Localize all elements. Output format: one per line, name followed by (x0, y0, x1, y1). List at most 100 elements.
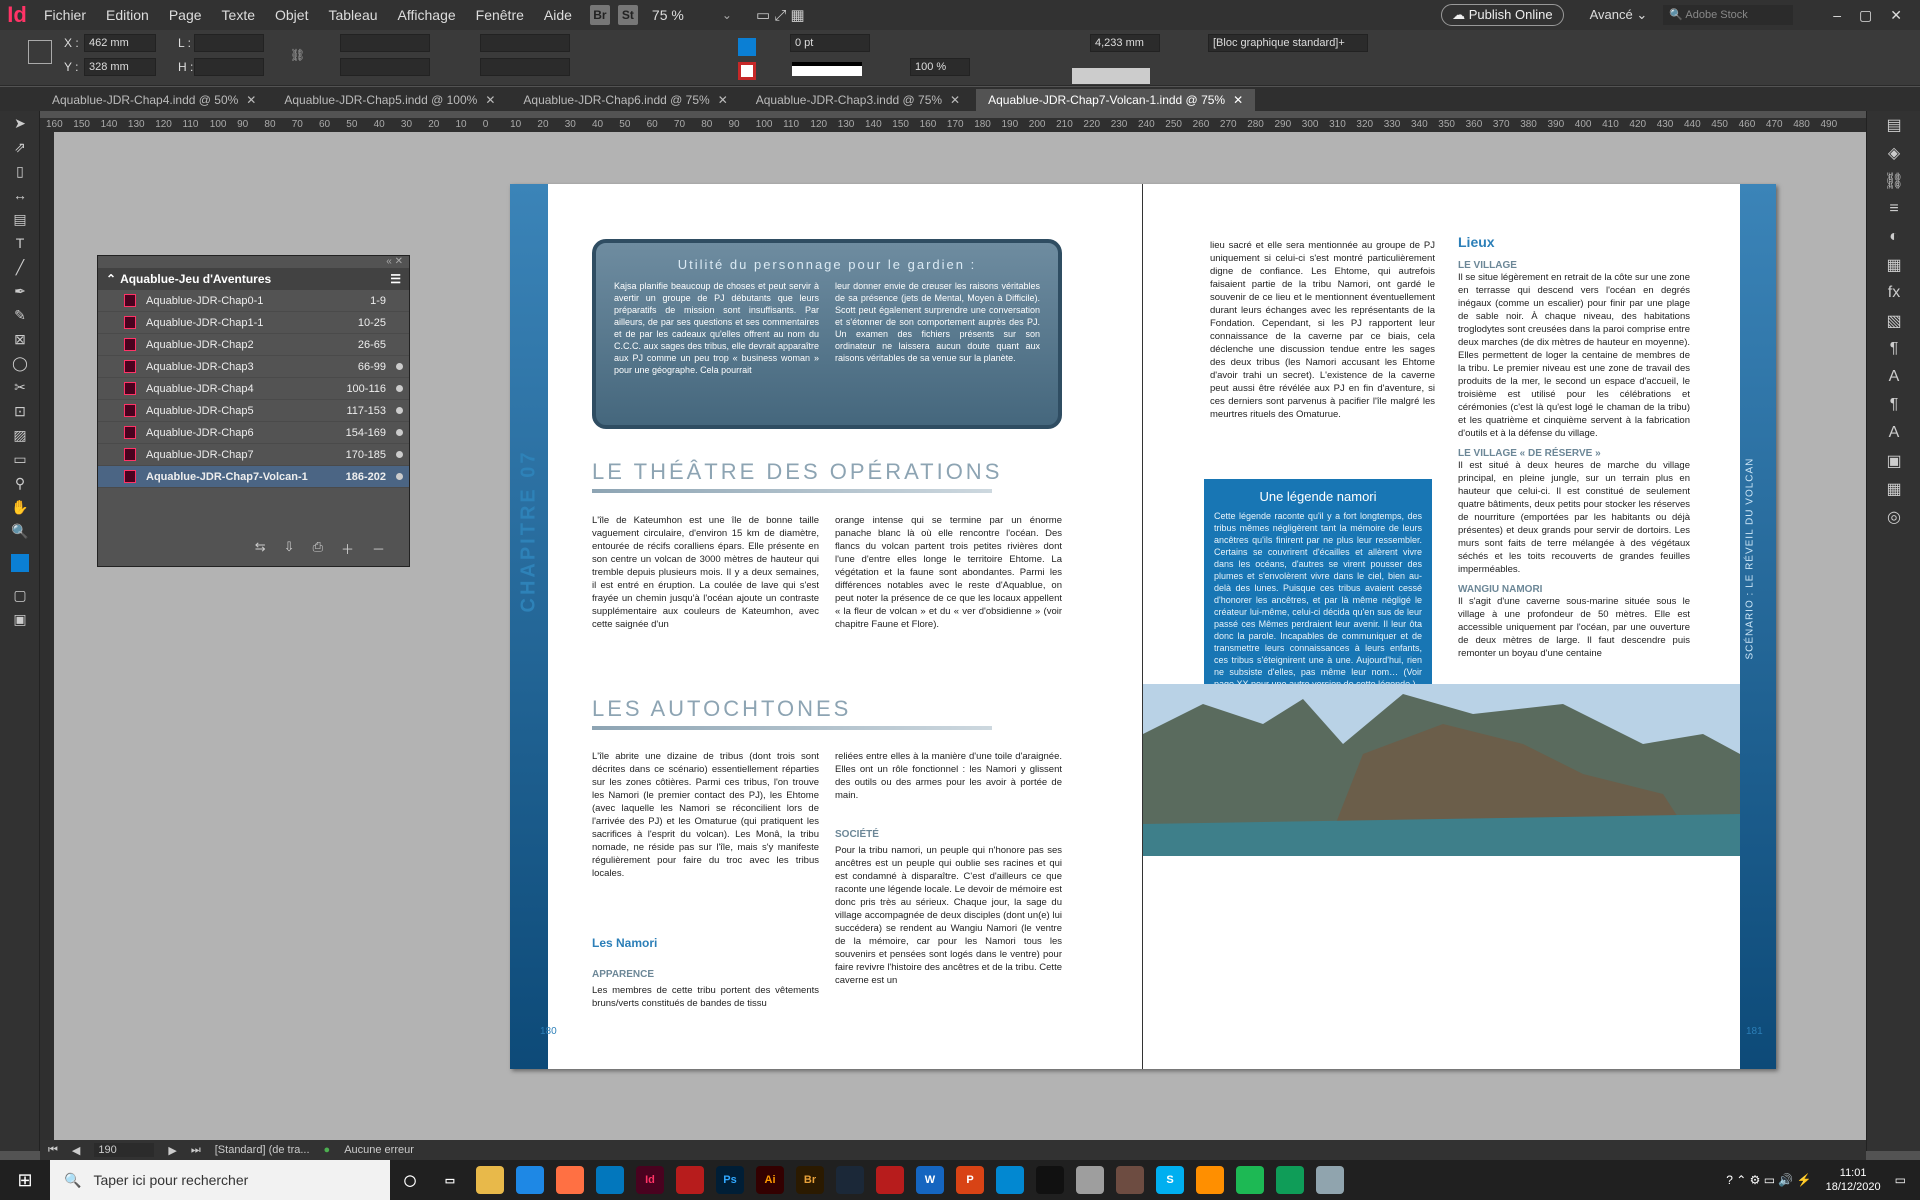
publish-online-button[interactable]: ☁ Publish Online (1441, 4, 1564, 26)
panel-close-icon[interactable]: « ✕ (386, 256, 403, 267)
effects-panel-icon[interactable]: fx (1867, 279, 1920, 307)
bridge-icon[interactable]: Br (796, 1166, 824, 1194)
notifications-icon[interactable]: ▭ (1895, 1173, 1906, 1187)
menu-affichage[interactable]: Affichage (388, 7, 466, 23)
app3-icon[interactable] (1116, 1166, 1144, 1194)
character-panel-icon[interactable]: A (1867, 363, 1920, 391)
book-document-row[interactable]: Aquablue-JDR-Chap7 170-185 (98, 444, 409, 466)
pen-tool-icon[interactable]: ✒ (0, 279, 40, 303)
line-tool-icon[interactable]: ╱ (0, 255, 40, 279)
paragraph-styles-icon[interactable]: ¶ (1867, 391, 1920, 419)
autochtones-text[interactable]: L'île abrite une dizaine de tribus (dont… (592, 750, 819, 880)
close-icon[interactable]: ✕ (246, 93, 256, 107)
close-icon[interactable]: ✕ (950, 93, 960, 107)
scale-x-field[interactable] (340, 34, 430, 52)
transform-tool-icon[interactable]: ⊡ (0, 399, 40, 423)
sync-icon[interactable]: ⇆ (255, 539, 266, 558)
task-view-icon[interactable]: ▭ (436, 1166, 464, 1194)
gap-tool-icon[interactable]: ↔ (0, 183, 40, 207)
menu-objet[interactable]: Objet (265, 7, 318, 23)
preflight-status[interactable]: Aucune erreur (344, 1144, 414, 1156)
rectangle-frame-tool-icon[interactable]: ⊠ (0, 327, 40, 351)
gm-utility-box[interactable]: Utilité du personnage pour le gardien : … (592, 239, 1062, 429)
note-tool-icon[interactable]: ▭ (0, 447, 40, 471)
zoom-tool-icon[interactable]: 🔍 (0, 519, 40, 543)
close-icon[interactable]: ✕ (485, 93, 495, 107)
theatre-text[interactable]: L'île de Kateumhon est une île de bonne … (592, 514, 1062, 631)
view-options-icon[interactable]: ▭ ⤢ ▦ (756, 6, 805, 24)
lieux-section[interactable]: Lieux Le village Il se situe légèrement … (1458, 234, 1690, 660)
calculator-icon[interactable] (1076, 1166, 1104, 1194)
menu-fichier[interactable]: Fichier (34, 7, 96, 23)
app4-icon[interactable] (1316, 1166, 1344, 1194)
explorer-icon[interactable] (476, 1166, 504, 1194)
vlc-icon[interactable] (1196, 1166, 1224, 1194)
panel-menu-icon[interactable]: ☰ (390, 272, 401, 286)
stroke-swatch[interactable] (738, 62, 756, 80)
stock-button[interactable]: St (617, 5, 638, 25)
add-document-icon[interactable]: ＋ (341, 539, 354, 558)
x-field[interactable]: 462 mm (84, 34, 156, 52)
rotation-field[interactable] (480, 34, 570, 52)
remove-document-icon[interactable]: － (372, 539, 385, 558)
object-style-dropdown[interactable]: [Bloc graphique standard]+ (1208, 34, 1368, 52)
edge-icon[interactable] (1276, 1166, 1304, 1194)
table-panel-icon[interactable]: ▦ (1867, 475, 1920, 503)
zoom-dropdown-icon[interactable]: ⌄ (722, 8, 732, 22)
illustrator-icon[interactable]: Ai (756, 1166, 784, 1194)
menu-page[interactable]: Page (159, 7, 212, 23)
last-page-icon[interactable]: ⏭ (191, 1144, 201, 1157)
height-field[interactable] (194, 58, 264, 76)
book-document-row[interactable]: Aquablue-JDR-Chap4 100-116 (98, 378, 409, 400)
acrobat-icon[interactable] (676, 1166, 704, 1194)
book-document-row[interactable]: Aquablue-JDR-Chap0-1 1-9 (98, 290, 409, 312)
eyedropper-tool-icon[interactable]: ⚲ (0, 471, 40, 495)
cortana-icon[interactable]: ◯ (396, 1166, 424, 1194)
y-field[interactable]: 328 mm (84, 58, 156, 76)
stroke-weight-field[interactable]: 0 pt (790, 34, 870, 52)
skype-icon[interactable]: S (1156, 1166, 1184, 1194)
bridge-button[interactable]: Br (589, 5, 610, 25)
taskbar-clock[interactable]: 11:01 18/12/2020 (1826, 1166, 1881, 1194)
island-illustration[interactable] (1143, 684, 1740, 856)
steam-icon[interactable] (836, 1166, 864, 1194)
swatches-panel-icon[interactable]: ▦ (1867, 251, 1920, 279)
reference-point-icon[interactable] (28, 40, 52, 64)
menu-aide[interactable]: Aide (534, 7, 582, 23)
book-document-row[interactable]: Aquablue-JDR-Chap7-Volcan-1 186-202 (98, 466, 409, 488)
word-icon[interactable]: W (916, 1166, 944, 1194)
scale-y-field[interactable] (340, 58, 430, 76)
adobe-stock-search[interactable]: 🔍 Adobe Stock (1663, 5, 1794, 25)
direct-selection-tool-icon[interactable]: ⇗ (0, 135, 40, 159)
book-document-row[interactable]: Aquablue-JDR-Chap6 154-169 (98, 422, 409, 444)
fill-stroke-icon[interactable] (0, 543, 40, 583)
shear-field[interactable] (480, 58, 570, 76)
stroke-panel-icon[interactable]: ≡ (1867, 195, 1920, 223)
book-document-row[interactable]: Aquablue-JDR-Chap5 117-153 (98, 400, 409, 422)
print-icon[interactable]: ⎙ (313, 539, 323, 558)
color-panel-icon[interactable]: ◐ (1867, 223, 1920, 251)
object-styles-icon[interactable]: ▣ (1867, 447, 1920, 475)
selection-tool-icon[interactable]: ➤ (0, 111, 40, 135)
pencil-tool-icon[interactable]: ✎ (0, 303, 40, 327)
firefox-icon[interactable] (556, 1166, 584, 1194)
workspace-selector[interactable]: Avancé ⌄ (1590, 7, 1648, 23)
tab-chap5[interactable]: Aquablue-JDR-Chap5.indd @ 100% ✕ (272, 89, 507, 111)
menu-fenetre[interactable]: Fenêtre (466, 7, 534, 23)
hand-tool-icon[interactable]: ✋ (0, 495, 40, 519)
spotify-icon[interactable] (1236, 1166, 1264, 1194)
stroke-type-selector[interactable] (792, 62, 862, 76)
societe-text[interactable]: Pour la tribu namori, un peuple qui n'ho… (835, 844, 1062, 987)
close-icon[interactable]: ✕ (718, 93, 728, 107)
text-wrap-panel-icon[interactable]: ▧ (1867, 307, 1920, 335)
filezilla-icon[interactable] (876, 1166, 904, 1194)
page-field[interactable]: 190 (94, 1143, 155, 1157)
character-styles-icon[interactable]: A (1867, 419, 1920, 447)
fill-swatch[interactable] (738, 38, 756, 56)
menu-edition[interactable]: Edition (96, 7, 159, 23)
layers-panel-icon[interactable]: ◈ (1867, 139, 1920, 167)
page-tool-icon[interactable]: ▯ (0, 159, 40, 183)
terminal-icon[interactable] (1036, 1166, 1064, 1194)
width-field[interactable] (194, 34, 264, 52)
type-tool-icon[interactable]: T (0, 231, 40, 255)
